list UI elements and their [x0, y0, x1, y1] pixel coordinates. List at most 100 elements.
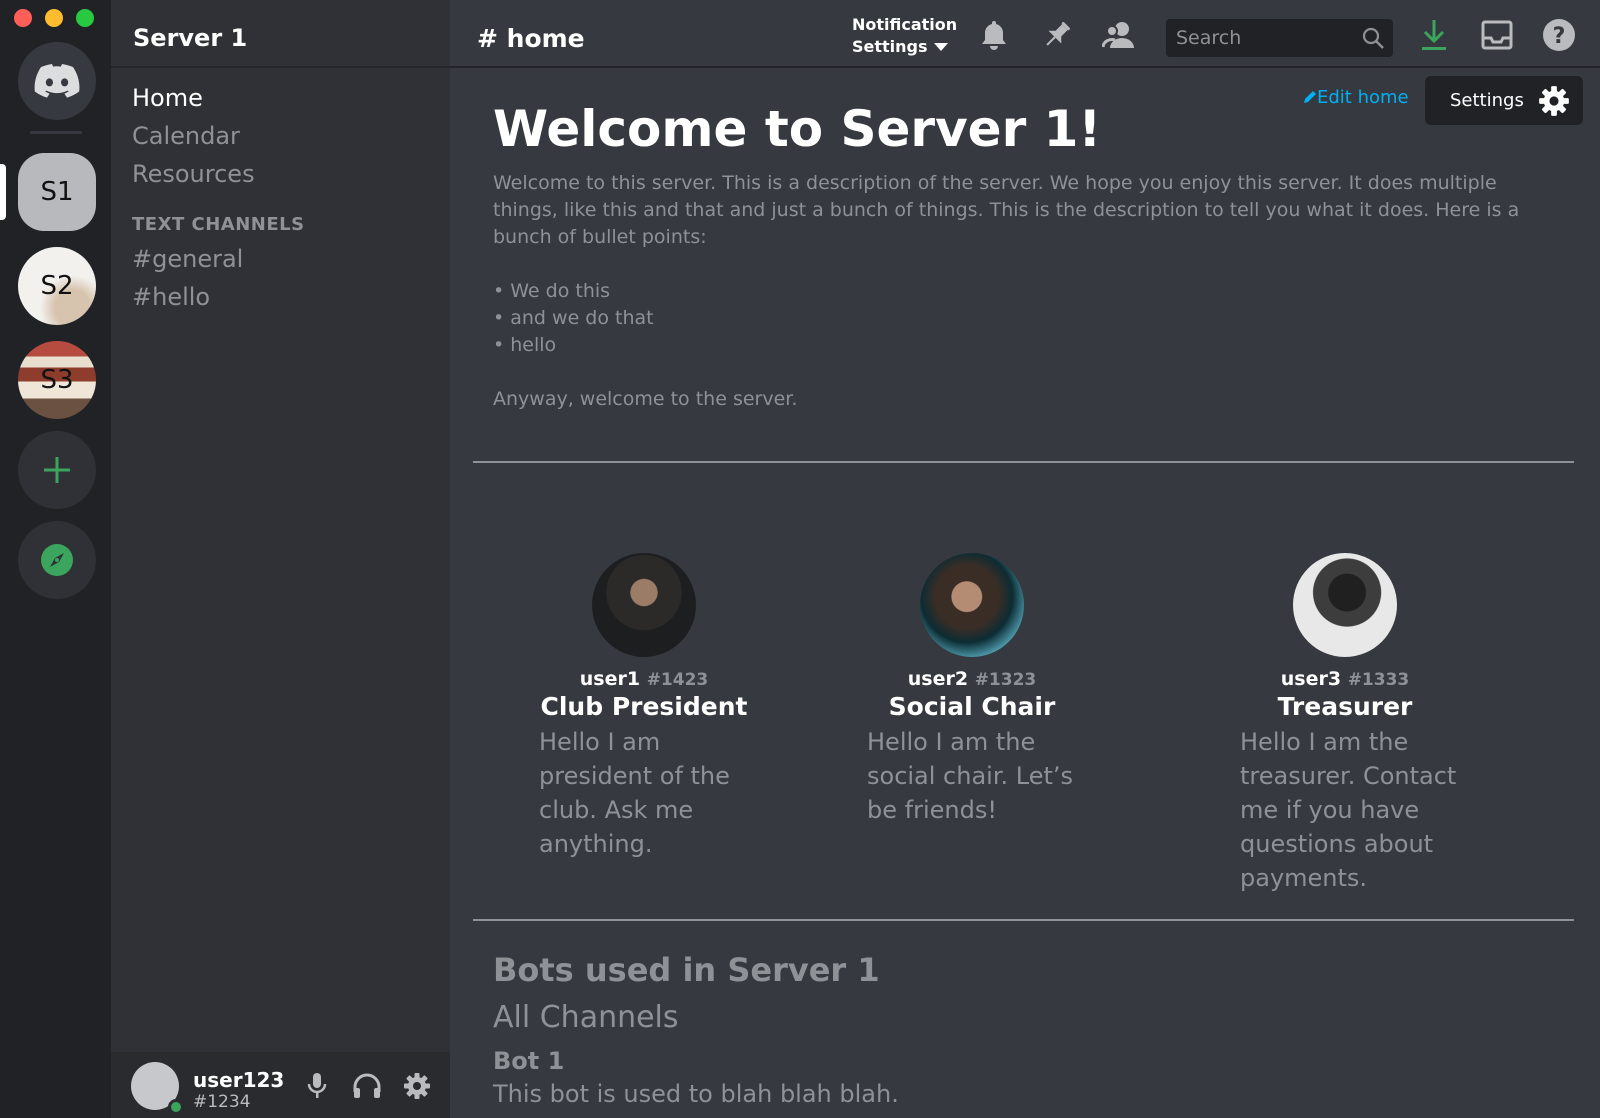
channel-item-general[interactable]: #general: [132, 245, 243, 273]
server-s1-label: S1: [40, 177, 74, 207]
server-rail: S1 S2 S3: [0, 0, 111, 1118]
online-status-indicator: [168, 1099, 184, 1115]
officer-bio: Hello I am the treasurer. Contact me if …: [1240, 728, 1457, 892]
avatar[interactable]: [1293, 553, 1397, 657]
avatar[interactable]: [592, 553, 696, 657]
pencil-icon: [1304, 91, 1316, 103]
closing-line: Anyway, welcome to the server.: [493, 388, 798, 410]
download-icon: [1422, 20, 1446, 50]
add-server-button[interactable]: [18, 431, 96, 509]
server-s1-button[interactable]: S1: [18, 153, 96, 231]
gear-icon: [404, 1073, 430, 1099]
officer-handle[interactable]: user1 #1423: [494, 668, 794, 690]
officer-username: user3: [1280, 668, 1342, 690]
search-input[interactable]: [1166, 19, 1356, 57]
help-button[interactable]: ?: [1542, 18, 1576, 52]
inbox-icon: [1481, 20, 1513, 50]
pin-icon: [1046, 21, 1071, 46]
officer-role: Treasurer: [1277, 692, 1413, 721]
text-channels-heading[interactable]: TEXT CHANNELS: [132, 214, 305, 235]
officer-username: user2: [907, 668, 969, 690]
officer-bio: Hello I am the social chair. Let’s be fr…: [867, 728, 1074, 824]
server-s2-button[interactable]: S2: [18, 247, 96, 325]
deafen-toggle-button[interactable]: [351, 1070, 383, 1102]
current-username[interactable]: user123: [193, 1068, 284, 1092]
svg-text:?: ?: [1553, 24, 1566, 49]
notification-settings-dropdown[interactable]: Notification Settings: [852, 14, 957, 58]
server-home-content: Edit home Settings Welcome to Server 1! …: [450, 70, 1600, 1118]
server-s3-label: S3: [40, 365, 74, 395]
page-title: Welcome to Server 1!: [493, 100, 1102, 158]
headphones-icon: [353, 1073, 381, 1098]
current-user-tag: #1234: [193, 1092, 251, 1112]
compass-icon: [41, 544, 73, 576]
active-server-indicator: [0, 164, 6, 220]
sidebar-divider: [111, 66, 450, 68]
channel-header: # home Notification Settings Search ?: [450, 0, 1600, 68]
description-paragraph: Welcome to this server. This is a descri…: [493, 172, 1520, 248]
officer-role: Social Chair: [888, 692, 1056, 721]
section-divider: [473, 919, 1574, 921]
officer-tag: #1423: [646, 670, 709, 690]
bullet-item: • and we do that: [493, 307, 654, 329]
download-apps-button[interactable]: [1417, 18, 1451, 52]
officer-role: Club President: [540, 692, 748, 721]
chevron-down-icon: [933, 43, 948, 51]
bullet-item: • We do this: [493, 280, 611, 302]
nav-item-home[interactable]: Home: [132, 84, 203, 112]
officer-handle[interactable]: user3 #1333: [1195, 668, 1495, 690]
server-s3-button[interactable]: S3: [18, 341, 96, 419]
help-icon: ?: [1543, 19, 1575, 51]
officer-card: user3 #1333 Treasurer Hello I am the tre…: [1195, 553, 1495, 895]
officer-tag: #1333: [1347, 670, 1410, 690]
server-s2-label: S2: [40, 271, 74, 301]
bots-section-title: Bots used in Server 1: [493, 951, 880, 989]
officer-bio: Hello I am president of the club. Ask me…: [539, 728, 730, 858]
officer-card: user2 #1323 Social Chair Hello I am the …: [822, 553, 1122, 827]
section-divider: [473, 461, 1574, 463]
officer-tag: #1323: [974, 670, 1037, 690]
mic-toggle-button[interactable]: [301, 1070, 333, 1102]
notification-settings-label-line1: Notification: [852, 15, 958, 34]
bot-name[interactable]: Bot 1: [493, 1047, 564, 1075]
channel-title: # home: [477, 24, 585, 53]
search-icon[interactable]: [1361, 26, 1385, 50]
window-minimize-button[interactable]: [45, 9, 63, 27]
bot-description: This bot is used to blah blah blah.: [493, 1080, 899, 1108]
edit-home-link[interactable]: Edit home: [1303, 87, 1409, 108]
notification-settings-label-line2: Settings: [852, 37, 928, 56]
server-description: Welcome to this server. This is a descri…: [493, 170, 1553, 413]
bullet-item: • hello: [493, 334, 557, 356]
members-icon: [1102, 22, 1134, 48]
pinned-messages-button[interactable]: [1040, 18, 1074, 52]
search-bar: [1166, 19, 1393, 57]
bots-scope-heading: All Channels: [493, 1000, 679, 1035]
officer-handle[interactable]: user2 #1323: [822, 668, 1122, 690]
explore-servers-button[interactable]: [18, 521, 96, 599]
bell-icon: [982, 21, 1006, 50]
notification-bell-button[interactable]: [977, 18, 1011, 52]
window-close-button[interactable]: [14, 9, 32, 27]
home-server-button[interactable]: [18, 42, 96, 120]
plus-icon: [44, 457, 70, 483]
microphone-icon: [307, 1073, 327, 1098]
settings-button[interactable]: Settings: [1425, 76, 1583, 125]
channel-item-hello[interactable]: #hello: [132, 283, 210, 311]
rail-separator: [30, 131, 82, 134]
edit-home-label: Edit home: [1317, 87, 1409, 108]
avatar[interactable]: [920, 553, 1024, 657]
window-zoom-button[interactable]: [76, 9, 94, 27]
user-panel: user123 #1234: [111, 1052, 450, 1118]
officer-card: user1 #1423 Club President Hello I am pr…: [494, 553, 794, 861]
channel-sidebar: Server 1 Home Calendar Resources TEXT CH…: [111, 0, 450, 1118]
nav-item-calendar[interactable]: Calendar: [132, 122, 240, 150]
user-settings-button[interactable]: [401, 1070, 433, 1102]
member-list-button[interactable]: [1102, 18, 1136, 52]
nav-item-resources[interactable]: Resources: [132, 160, 255, 188]
discord-logo-icon: [34, 64, 80, 98]
server-name-header[interactable]: Server 1: [133, 24, 247, 52]
inbox-button[interactable]: [1480, 18, 1514, 52]
officer-username: user1: [579, 668, 641, 690]
gear-icon: [1538, 85, 1569, 116]
settings-label: Settings: [1450, 90, 1524, 111]
